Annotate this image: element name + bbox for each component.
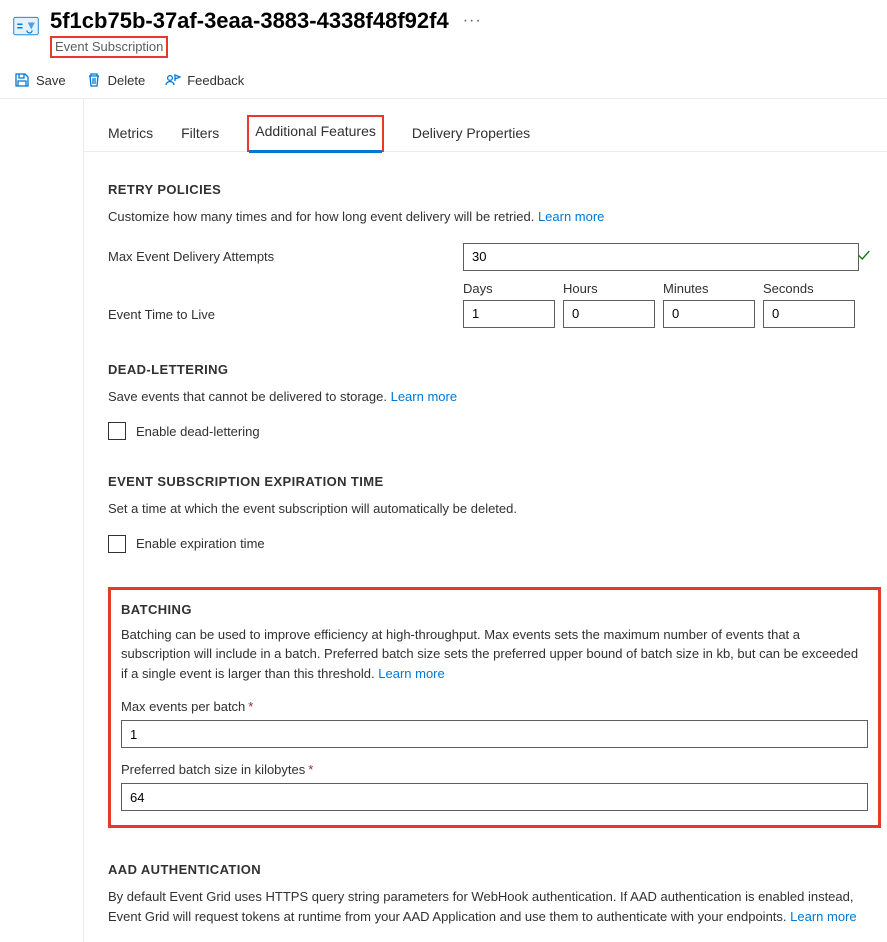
- section-expiration: EVENT SUBSCRIPTION EXPIRATION TIME Set a…: [108, 474, 887, 553]
- enable-expiration-label: Enable expiration time: [136, 536, 265, 551]
- batch-title: BATCHING: [121, 602, 868, 617]
- tab-bar: Metrics Filters Additional Features Deli…: [84, 115, 887, 152]
- batch-learn-more-link[interactable]: Learn more: [378, 666, 444, 681]
- aad-learn-more-link[interactable]: Learn more: [790, 909, 856, 924]
- aad-title: AAD AUTHENTICATION: [108, 862, 879, 877]
- retry-learn-more-link[interactable]: Learn more: [538, 209, 604, 224]
- save-button[interactable]: Save: [14, 72, 66, 88]
- dead-learn-more-link[interactable]: Learn more: [391, 389, 457, 404]
- max-events-label: Max events per batch*: [121, 699, 868, 714]
- enable-expiration-checkbox[interactable]: [108, 535, 126, 553]
- expire-desc: Set a time at which the event subscripti…: [108, 499, 879, 519]
- resource-type-label: Event Subscription: [50, 36, 168, 58]
- max-attempts-input[interactable]: [463, 243, 859, 271]
- check-icon: [857, 248, 871, 265]
- left-rail: [0, 99, 84, 942]
- expire-title: EVENT SUBSCRIPTION EXPIRATION TIME: [108, 474, 879, 489]
- delete-button[interactable]: Delete: [86, 72, 146, 88]
- section-batching: BATCHING Batching can be used to improve…: [108, 587, 881, 829]
- ttl-minutes-caption: Minutes: [663, 281, 755, 296]
- batch-desc: Batching can be used to improve efficien…: [121, 625, 868, 684]
- page-title: 5f1cb75b-37af-3eaa-3883-4338f48f92f4: [50, 8, 449, 34]
- enable-dead-lettering-checkbox[interactable]: [108, 422, 126, 440]
- event-subscription-icon: [12, 12, 40, 40]
- save-icon: [14, 72, 30, 88]
- tab-metrics[interactable]: Metrics: [108, 115, 153, 151]
- retry-title: RETRY POLICIES: [108, 182, 879, 197]
- section-retry-policies: RETRY POLICIES Customize how many times …: [108, 182, 887, 328]
- ttl-days-input[interactable]: [463, 300, 555, 328]
- ttl-hours-input[interactable]: [563, 300, 655, 328]
- more-actions-button[interactable]: ···: [463, 12, 482, 30]
- tab-delivery-properties[interactable]: Delivery Properties: [412, 115, 530, 151]
- trash-icon: [86, 72, 102, 88]
- ttl-minutes-input[interactable]: [663, 300, 755, 328]
- dead-desc: Save events that cannot be delivered to …: [108, 387, 879, 407]
- retry-desc: Customize how many times and for how lon…: [108, 207, 879, 227]
- feedback-button[interactable]: Feedback: [165, 72, 244, 88]
- max-attempts-label: Max Event Delivery Attempts: [108, 249, 463, 264]
- pref-batch-size-input[interactable]: [121, 783, 868, 811]
- ttl-label: Event Time to Live: [108, 307, 463, 328]
- ttl-hours-caption: Hours: [563, 281, 655, 296]
- pref-batch-size-label: Preferred batch size in kilobytes*: [121, 762, 868, 777]
- max-events-input[interactable]: [121, 720, 868, 748]
- ttl-seconds-caption: Seconds: [763, 281, 855, 296]
- enable-dead-lettering-label: Enable dead-lettering: [136, 424, 260, 439]
- command-bar: Save Delete Feedback: [0, 58, 887, 99]
- tab-additional-features[interactable]: Additional Features: [247, 115, 384, 152]
- aad-desc: By default Event Grid uses HTTPS query s…: [108, 887, 879, 926]
- ttl-seconds-input[interactable]: [763, 300, 855, 328]
- section-dead-lettering: DEAD-LETTERING Save events that cannot b…: [108, 362, 887, 441]
- tab-filters[interactable]: Filters: [181, 115, 219, 151]
- dead-title: DEAD-LETTERING: [108, 362, 879, 377]
- feedback-icon: [165, 72, 181, 88]
- section-aad: AAD AUTHENTICATION By default Event Grid…: [108, 862, 887, 926]
- ttl-days-caption: Days: [463, 281, 555, 296]
